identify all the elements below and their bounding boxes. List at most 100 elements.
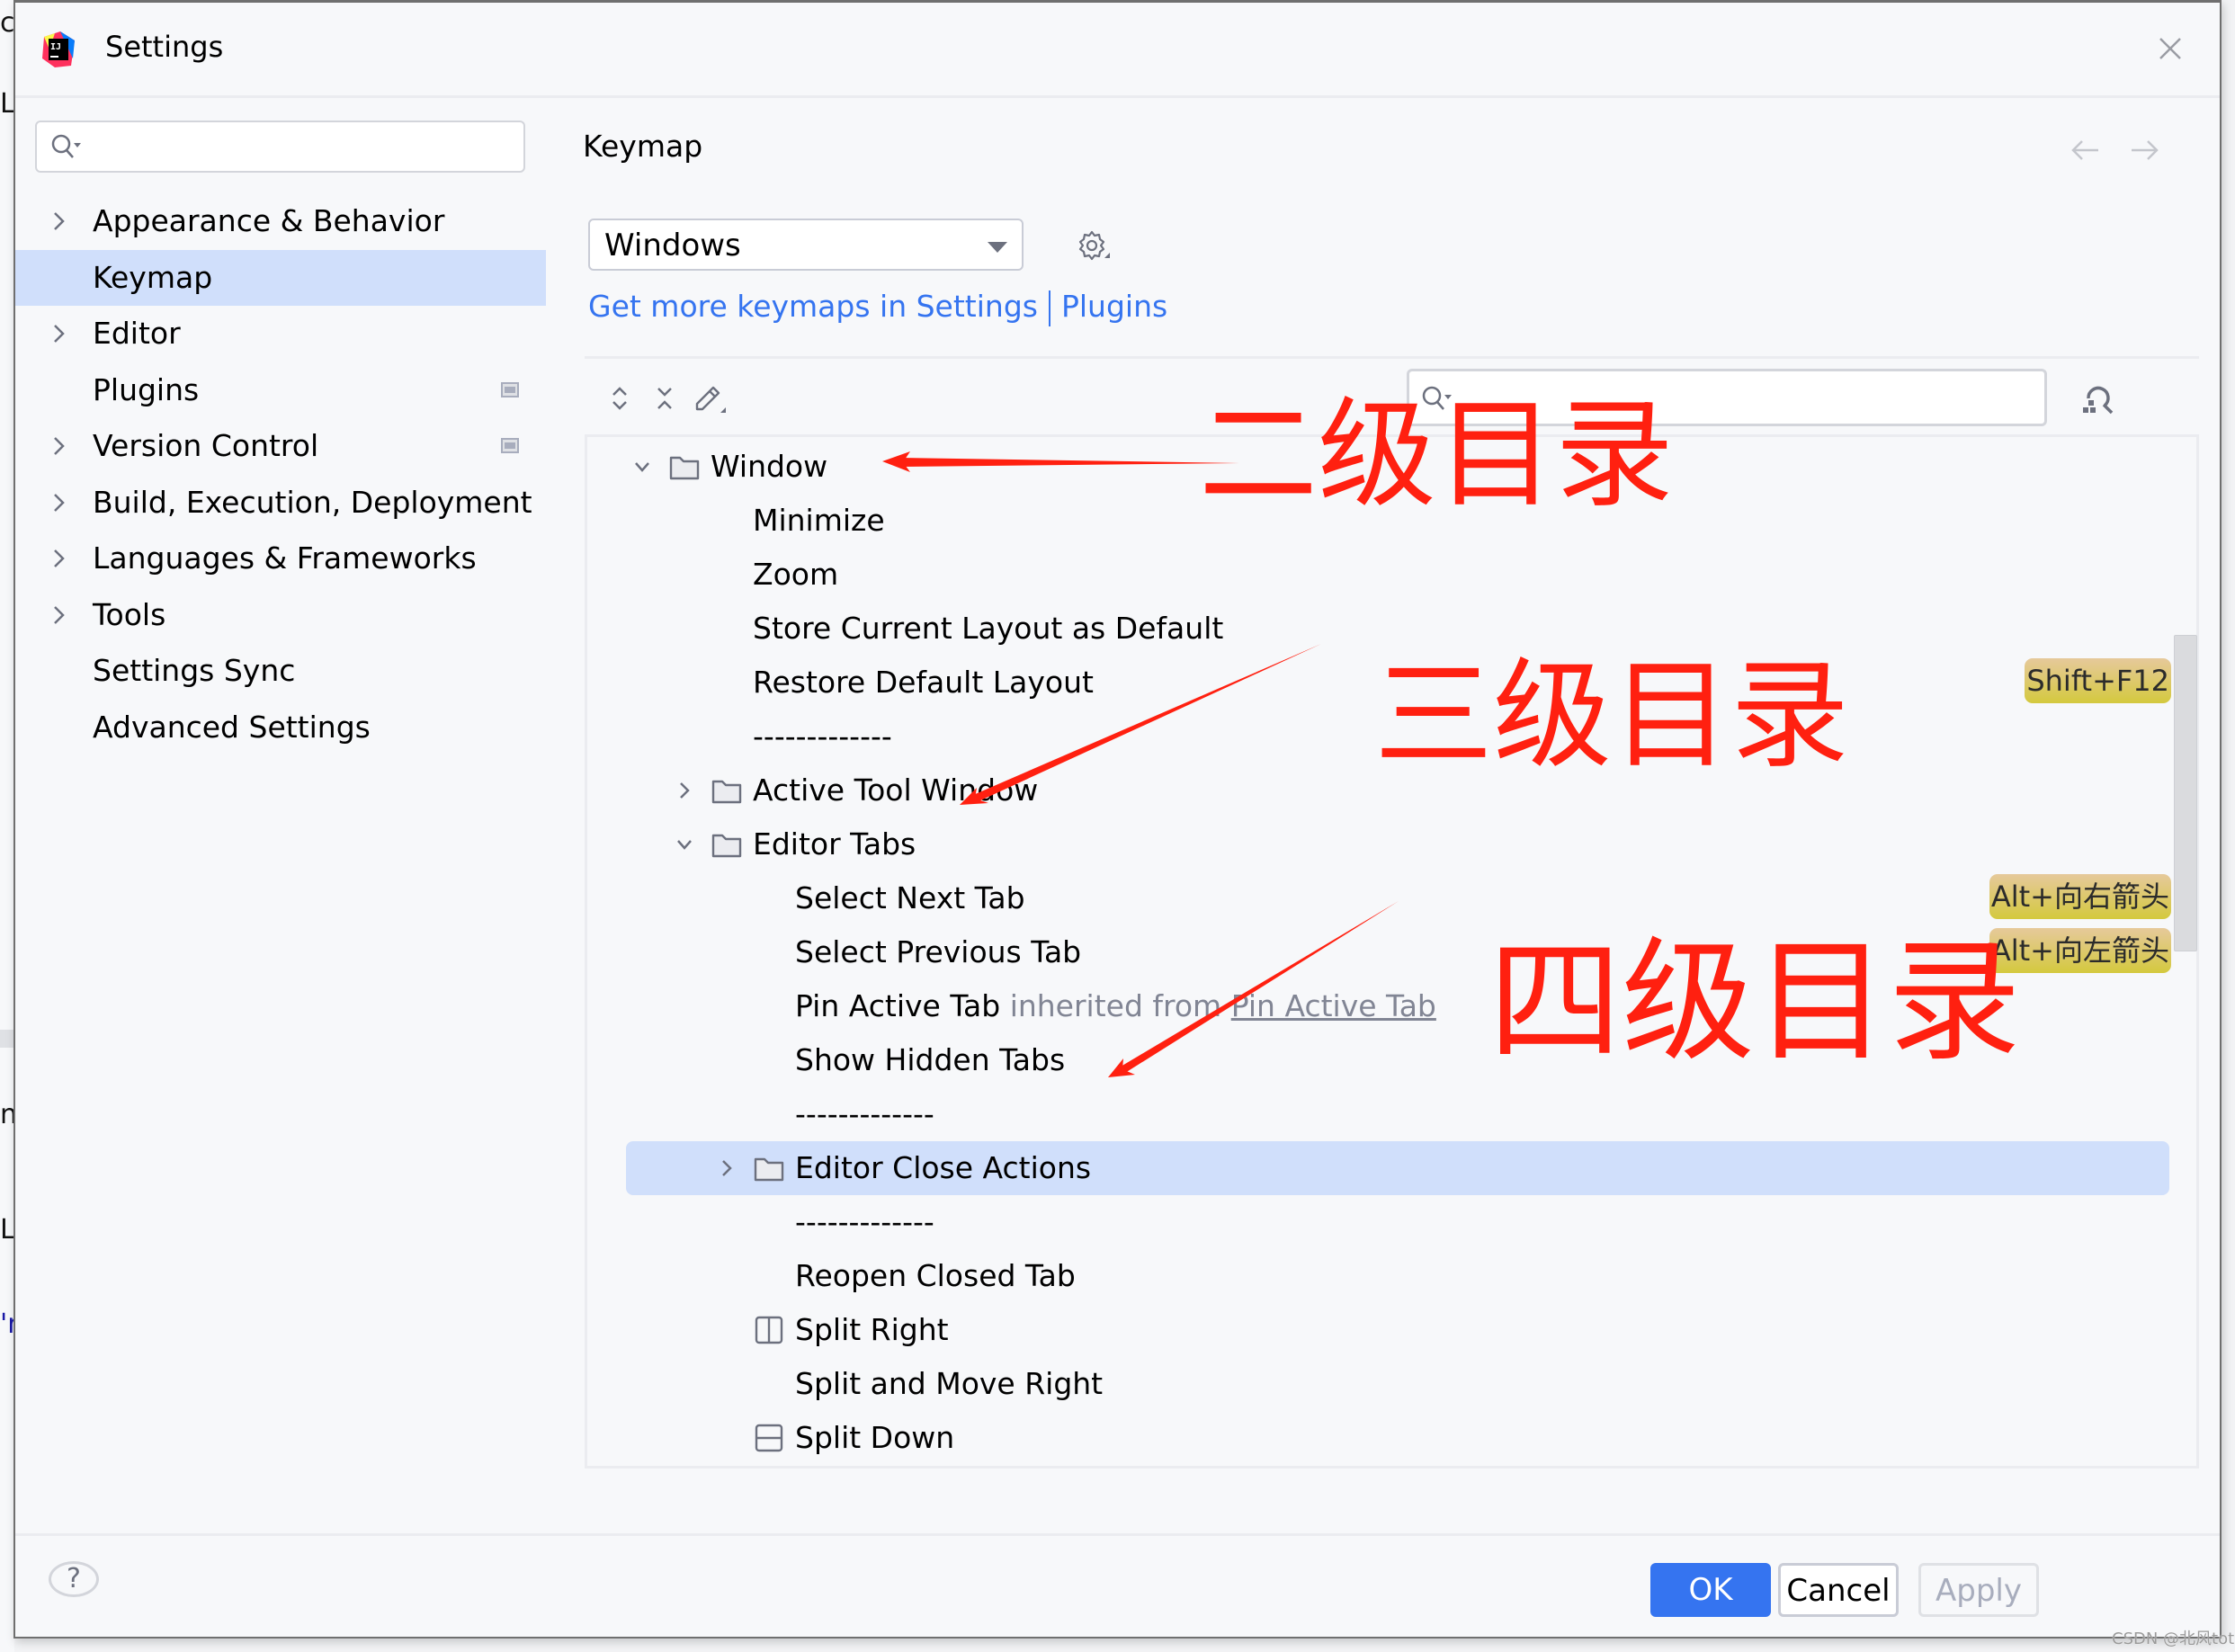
tree-scrollbar[interactable] bbox=[2174, 635, 2197, 951]
folder-icon bbox=[754, 1157, 784, 1182]
tree-row-split-down[interactable]: Split Down bbox=[587, 1411, 2196, 1465]
chevron-right-icon[interactable] bbox=[49, 210, 69, 233]
svg-text:IJ: IJ bbox=[50, 42, 61, 52]
tree-row-split-and-move-right[interactable]: Split and Move Right bbox=[587, 1357, 2196, 1411]
plugins-link[interactable]: Plugins bbox=[1061, 289, 1167, 324]
tree-row-label: Show Hidden Tabs bbox=[795, 1042, 1066, 1077]
settings-sidebar: Appearance & Behavior Keymap Editor Plug… bbox=[15, 193, 546, 755]
settings-dialog: IJ Settings Appearance & Behavior Keymap… bbox=[13, 0, 2222, 1639]
background-ide-window: ct L n L 'r bbox=[0, 0, 25, 1652]
sidebar-item-label: Advanced Settings bbox=[93, 709, 371, 745]
tree-row-label: Split and Move Right bbox=[795, 1366, 1104, 1401]
inherited-from-link[interactable]: Pin Active Tab bbox=[1231, 988, 1436, 1023]
chevron-down-icon[interactable] bbox=[675, 833, 694, 856]
tree-row-select-next-tab[interactable]: Select Next Tab Alt+向右箭头 bbox=[587, 871, 2196, 925]
tree-separator[interactable]: ------------- bbox=[587, 1195, 2196, 1249]
back-arrow-icon[interactable] bbox=[2070, 139, 2102, 161]
watermark: CSDN @北风toto bbox=[2112, 1630, 2235, 1648]
sidebar-item-label: Build, Execution, Deployment bbox=[93, 484, 532, 520]
project-level-badge-icon bbox=[501, 381, 519, 397]
tree-row-zoom[interactable]: Zoom bbox=[587, 548, 2196, 602]
close-icon[interactable] bbox=[2157, 35, 2184, 62]
help-button[interactable]: ? bbox=[49, 1561, 99, 1597]
chevron-right-icon[interactable] bbox=[49, 434, 69, 458]
annotation-level3: 三级目录 bbox=[1374, 647, 1849, 785]
settings-search-field[interactable] bbox=[35, 121, 525, 173]
tree-row-label: Minimize bbox=[753, 503, 885, 538]
get-more-keymaps-link[interactable]: Get more keymaps in Settings bbox=[588, 289, 1038, 324]
divider bbox=[585, 356, 2199, 359]
chevron-right-icon[interactable] bbox=[49, 322, 69, 345]
gear-icon[interactable] bbox=[1072, 226, 1112, 265]
search-icon bbox=[51, 134, 81, 158]
chevron-down-icon[interactable] bbox=[632, 455, 652, 478]
cancel-button[interactable]: Cancel bbox=[1778, 1563, 1899, 1617]
sidebar-item-label: Languages & Frameworks bbox=[93, 540, 477, 576]
chevron-right-icon[interactable] bbox=[717, 1156, 737, 1180]
folder-icon bbox=[669, 456, 700, 480]
sidebar-item-keymap[interactable]: Keymap bbox=[15, 249, 546, 306]
tree-row-label: Split Right bbox=[795, 1312, 949, 1347]
dialog-title: Settings bbox=[105, 30, 224, 64]
settings-search-input[interactable] bbox=[91, 128, 517, 167]
tree-row-label: Split Down bbox=[795, 1420, 955, 1455]
sidebar-item-languages-frameworks[interactable]: Languages & Frameworks bbox=[15, 531, 546, 587]
tree-row-split-right[interactable]: Split Right bbox=[587, 1303, 2196, 1357]
sidebar-item-label: Editor bbox=[93, 316, 181, 351]
chevron-down-icon bbox=[988, 242, 1007, 253]
sidebar-item-editor[interactable]: Editor bbox=[15, 306, 546, 362]
tree-row-label: Active Tool Window bbox=[753, 772, 1039, 808]
tree-row-label: ------------- bbox=[795, 1096, 934, 1131]
sidebar-item-appearance-behavior[interactable]: Appearance & Behavior bbox=[15, 193, 546, 250]
sidebar-item-tools[interactable]: Tools bbox=[15, 587, 546, 644]
sidebar-item-advanced-settings[interactable]: Advanced Settings bbox=[15, 700, 546, 756]
chevron-right-icon[interactable] bbox=[49, 491, 69, 514]
apply-button[interactable]: Apply bbox=[1918, 1563, 2039, 1617]
inherited-note: inherited from bbox=[1009, 988, 1222, 1023]
tree-row-label: Store Current Layout as Default bbox=[753, 611, 1224, 646]
keymap-dropdown[interactable]: Windows bbox=[588, 219, 1024, 271]
sidebar-item-settings-sync[interactable]: Settings Sync bbox=[15, 643, 546, 700]
chevron-right-icon[interactable] bbox=[49, 603, 69, 627]
split-vertical-icon bbox=[755, 1316, 783, 1344]
find-by-shortcut-icon[interactable] bbox=[2078, 379, 2117, 418]
tree-row-label: Pin Active Tab inherited from Pin Active… bbox=[795, 988, 1436, 1023]
annotation-level2: 二级目录 bbox=[1199, 386, 1674, 524]
keymap-dropdown-value: Windows bbox=[604, 228, 741, 263]
tree-separator[interactable]: ------------- bbox=[587, 1087, 2196, 1141]
sidebar-item-label: Tools bbox=[93, 596, 166, 632]
sidebar-item-label: Version Control bbox=[93, 428, 319, 463]
ok-button[interactable]: OK bbox=[1650, 1563, 1771, 1617]
tree-row-label: Window bbox=[711, 449, 828, 484]
split-horizontal-icon bbox=[755, 1424, 783, 1452]
edit-shortcut-icon[interactable] bbox=[688, 379, 728, 418]
sidebar-item-version-control[interactable]: Version Control bbox=[15, 418, 546, 475]
tree-row-label: ------------- bbox=[795, 1204, 934, 1239]
tree-row-label: Select Previous Tab bbox=[795, 934, 1082, 969]
tree-row-label: Restore Default Layout bbox=[753, 665, 1094, 700]
page-title: Keymap bbox=[583, 129, 703, 164]
shortcut-badge: Shift+F12 bbox=[2025, 658, 2171, 703]
forward-arrow-icon[interactable] bbox=[2128, 139, 2160, 161]
tree-row-reopen-closed-tab[interactable]: Reopen Closed Tab bbox=[587, 1249, 2196, 1303]
chevron-right-icon[interactable] bbox=[49, 547, 69, 570]
sidebar-item-label: Plugins bbox=[93, 371, 200, 407]
collapse-all-icon[interactable] bbox=[645, 379, 684, 418]
sidebar-item-build-execution-deployment[interactable]: Build, Execution, Deployment bbox=[15, 475, 546, 531]
tree-row-label: Reopen Closed Tab bbox=[795, 1258, 1076, 1293]
link-separator bbox=[1048, 290, 1050, 326]
expand-all-icon[interactable] bbox=[600, 379, 639, 418]
intellij-logo-icon: IJ bbox=[42, 31, 75, 67]
keymap-plugin-links: Get more keymaps in Settings Plugins bbox=[588, 289, 1167, 326]
tree-row-editor-close-actions[interactable]: Editor Close Actions bbox=[626, 1141, 2169, 1195]
tree-row-label: Zoom bbox=[753, 557, 839, 592]
sidebar-item-label: Keymap bbox=[93, 259, 213, 295]
sidebar-item-label: Appearance & Behavior bbox=[93, 203, 445, 238]
project-level-badge-icon bbox=[501, 438, 519, 453]
sidebar-item-plugins[interactable]: Plugins bbox=[15, 362, 546, 419]
footer-divider bbox=[15, 1533, 2220, 1536]
chevron-right-icon[interactable] bbox=[675, 779, 694, 802]
tree-row-label: Editor Tabs bbox=[753, 826, 916, 862]
tree-row-editor-tabs[interactable]: Editor Tabs bbox=[587, 817, 2196, 871]
tree-row-label: Editor Close Actions bbox=[795, 1150, 1092, 1185]
